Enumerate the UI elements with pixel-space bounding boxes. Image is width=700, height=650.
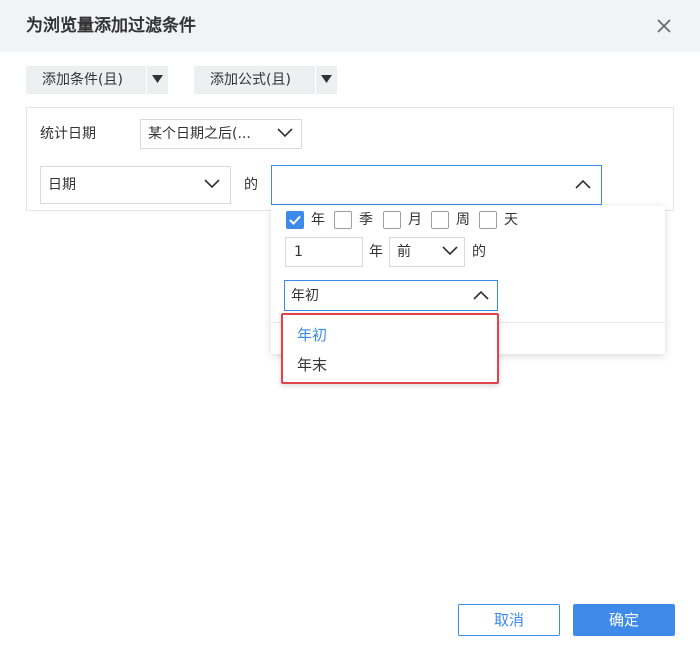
- direction-select[interactable]: 前: [389, 237, 465, 267]
- of-label: 的: [244, 177, 258, 193]
- unit-label-month: 月: [408, 212, 422, 228]
- unit-checkbox-year[interactable]: [286, 211, 304, 229]
- close-icon[interactable]: [653, 15, 675, 37]
- operator-select[interactable]: 某个日期之后(...: [140, 119, 302, 149]
- position-select[interactable]: 年初: [284, 280, 498, 311]
- unit-checkbox-week[interactable]: [431, 211, 449, 229]
- direction-value: 前: [397, 244, 411, 260]
- check-icon: [289, 215, 301, 225]
- chevron-down-icon: [277, 124, 293, 144]
- offset-unit-label: 年: [369, 244, 383, 260]
- unit-label-week: 周: [456, 212, 470, 228]
- unit-label-quarter: 季: [359, 212, 373, 228]
- add-formula-button-group: 添加公式(且): [194, 66, 337, 94]
- chevron-up-icon: [473, 286, 489, 306]
- cancel-button[interactable]: 取消: [458, 604, 560, 636]
- dimension-select[interactable]: 日期: [40, 166, 231, 204]
- position-option-start[interactable]: 年初: [297, 325, 327, 345]
- unit-checkbox-day[interactable]: [479, 211, 497, 229]
- filter-dialog: 为浏览量添加过滤条件 添加条件(且) 添加公式(且) 统计日期 某个日期之后(.…: [0, 0, 700, 650]
- caret-down-icon[interactable]: [147, 66, 169, 94]
- add-condition-button-group: 添加条件(且): [26, 66, 168, 94]
- unit-checkbox-month[interactable]: [383, 211, 401, 229]
- add-formula-button[interactable]: 添加公式(且): [194, 66, 291, 94]
- add-condition-button[interactable]: 添加条件(且): [26, 66, 123, 94]
- unit-checkbox-quarter[interactable]: [334, 211, 352, 229]
- chevron-down-icon: [442, 242, 458, 262]
- position-option-end[interactable]: 年末: [297, 355, 327, 375]
- ok-button[interactable]: 确定: [573, 604, 675, 636]
- field-label: 统计日期: [40, 126, 96, 142]
- chevron-up-icon: [575, 175, 591, 195]
- unit-label-year: 年: [311, 212, 325, 228]
- dimension-value: 日期: [48, 177, 76, 193]
- value-select[interactable]: [271, 165, 602, 205]
- dialog-titlebar: 为浏览量添加过滤条件: [0, 0, 700, 52]
- unit-label-day: 天: [504, 212, 518, 228]
- position-value: 年初: [291, 287, 319, 304]
- operator-value: 某个日期之后(...: [148, 126, 251, 142]
- position-options-dropdown: 年初 年末: [281, 313, 499, 384]
- offset-input[interactable]: 1: [285, 237, 363, 267]
- chevron-down-icon: [204, 175, 220, 195]
- dialog-title: 为浏览量添加过滤条件: [26, 16, 196, 36]
- caret-down-icon[interactable]: [316, 66, 338, 94]
- popup-of-label: 的: [472, 244, 486, 260]
